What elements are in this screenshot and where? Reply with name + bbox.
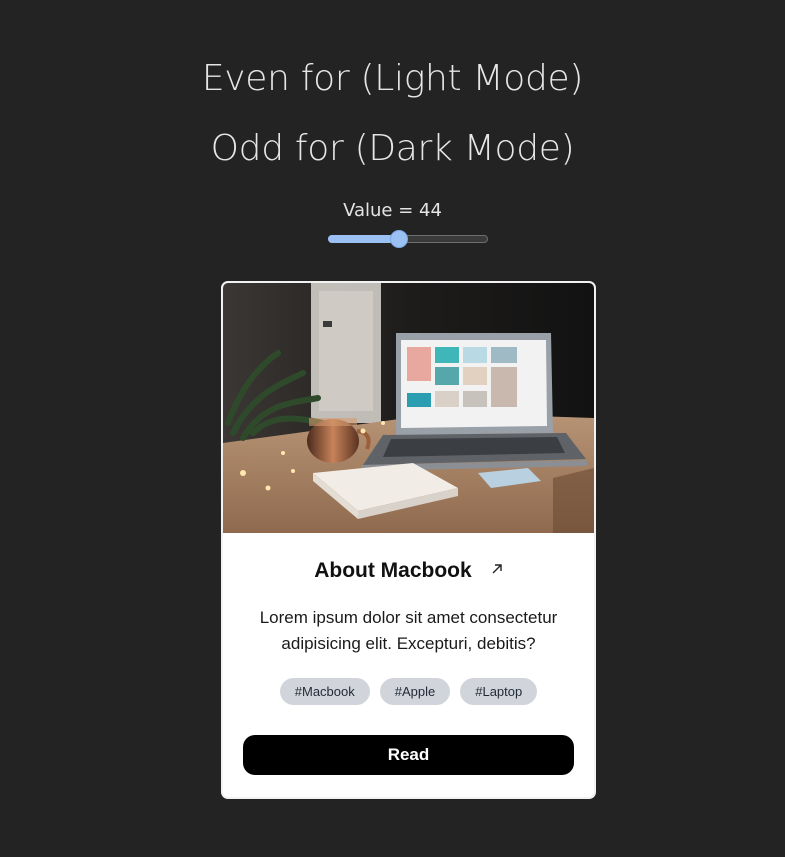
card-title[interactable]: About Macbook: [314, 559, 472, 582]
slider-fill: [328, 235, 400, 243]
tag-apple[interactable]: #Apple: [379, 678, 451, 705]
heading-dark-mode: Odd for (Dark Mode): [210, 128, 575, 169]
heading-light-mode: Even for (Light Mode): [201, 58, 584, 99]
tag-list: #Macbook #Apple #Laptop: [223, 678, 594, 705]
read-button[interactable]: Read: [243, 735, 574, 775]
laptop-photo: [223, 283, 594, 533]
tag-macbook[interactable]: #Macbook: [279, 678, 370, 705]
slider-thumb[interactable]: [390, 230, 409, 248]
article-card: About Macbook Lorem ipsum dolor sit amet…: [221, 281, 596, 799]
slider-value-label: Value = 44: [343, 200, 442, 221]
tag-laptop[interactable]: #Laptop: [460, 678, 538, 705]
card-title-row[interactable]: About Macbook: [223, 559, 594, 583]
card-description: Lorem ipsum dolor sit amet consectetur a…: [259, 608, 558, 653]
value-slider[interactable]: [328, 230, 488, 248]
arrow-up-right-icon[interactable]: [491, 560, 503, 579]
